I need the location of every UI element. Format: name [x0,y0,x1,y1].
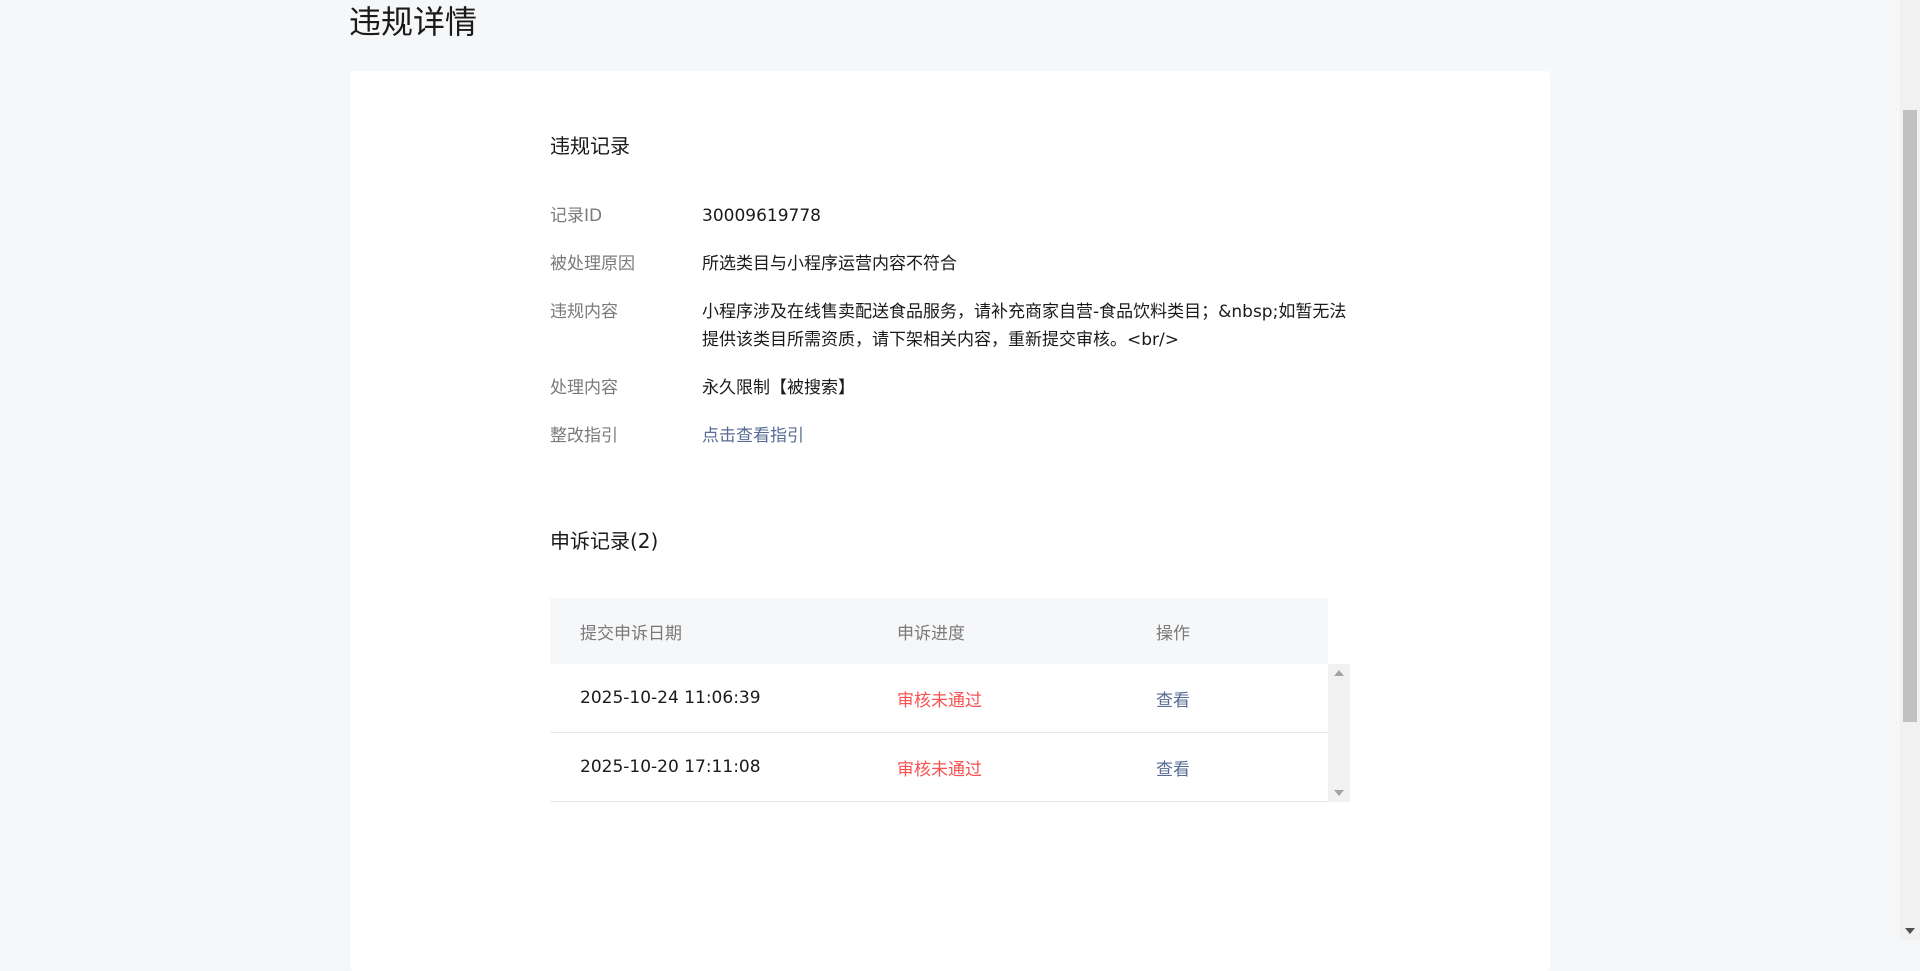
appeal-date: 2025-10-20 17:11:08 [580,757,761,777]
scroll-down-arrow-icon[interactable] [1905,928,1915,934]
violation-content-value: 小程序涉及在线售卖配送食品服务，请补充商家自营-食品饮料类目；&nbsp;如暂无… [702,302,1347,350]
column-header-action: 操作 [1156,623,1190,644]
table-row: 2025-10-20 17:11:08 审核未通过 查看 [550,733,1328,802]
violation-content-row: 违规内容 小程序涉及在线售卖配送食品服务，请补充商家自营-食品饮料类目；&nbs… [550,298,1350,354]
reason-value: 所选类目与小程序运营内容不符合 [702,254,957,274]
violation-content-label: 违规内容 [550,302,618,322]
guide-row: 整改指引 点击查看指引 [550,422,1350,450]
record-id-label: 记录ID [550,206,603,226]
handling-row: 处理内容 永久限制【被搜索】 [550,374,1350,402]
scroll-down-arrow-icon[interactable] [1334,790,1344,796]
reason-label: 被处理原因 [550,254,635,274]
appeal-table-header: 提交申诉日期 申诉进度 操作 [550,598,1328,664]
window-scrollbar[interactable] [1900,0,1920,940]
appeal-status: 审核未通过 [897,690,982,711]
handling-label: 处理内容 [550,378,618,398]
appeal-table-scrollbar[interactable] [1328,664,1350,802]
column-header-date: 提交申诉日期 [580,623,682,644]
window-scrollbar-thumb[interactable] [1903,110,1917,722]
scroll-up-arrow-icon[interactable] [1334,670,1344,676]
appeal-table-body: 2025-10-24 11:06:39 审核未通过 查看 2025-10-20 … [550,664,1328,802]
appeal-table: 提交申诉日期 申诉进度 操作 2025-10-24 11:06:39 审核未通过… [550,598,1328,802]
appeal-status: 审核未通过 [897,759,982,780]
page-title: 违规详情 [349,3,478,41]
appeal-section-title: 申诉记录(2) [550,529,659,553]
violation-section-title: 违规记录 [550,134,630,158]
view-appeal-link[interactable]: 查看 [1156,691,1190,711]
column-header-progress: 申诉进度 [897,623,965,644]
table-row: 2025-10-24 11:06:39 审核未通过 查看 [550,664,1328,733]
view-guide-link[interactable]: 点击查看指引 [702,426,804,446]
reason-row: 被处理原因 所选类目与小程序运营内容不符合 [550,250,1350,278]
violation-detail-card: 违规记录 记录ID 30009619778 被处理原因 所选类目与小程序运营内容… [350,71,1550,971]
guide-label: 整改指引 [550,426,618,446]
record-id-value: 30009619778 [702,206,821,226]
handling-value: 永久限制【被搜索】 [702,378,855,398]
view-appeal-link[interactable]: 查看 [1156,760,1190,780]
record-id-row: 记录ID 30009619778 [550,202,1350,230]
appeal-date: 2025-10-24 11:06:39 [580,688,761,708]
